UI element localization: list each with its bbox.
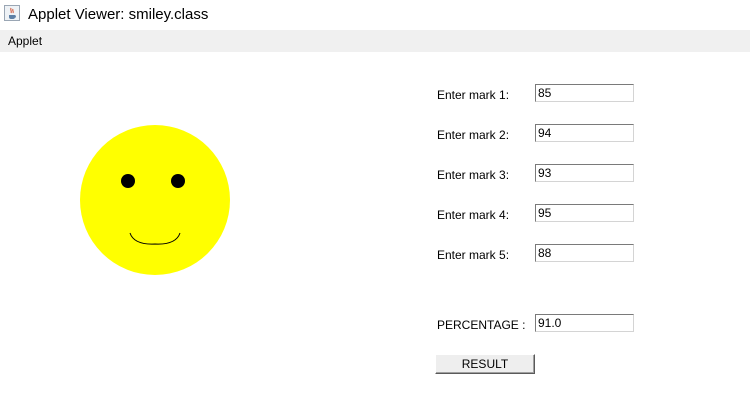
mark-3-label: Enter mark 3: — [437, 168, 510, 182]
applet-viewer-window: Applet Viewer: smiley.class Applet Enter… — [0, 0, 750, 420]
menu-applet[interactable]: Applet — [8, 34, 42, 48]
window-title: Applet Viewer: smiley.class — [28, 6, 209, 23]
mark-2-input[interactable] — [535, 124, 634, 142]
smiley-right-eye — [171, 174, 185, 188]
title-bar: Applet Viewer: smiley.class — [0, 0, 750, 30]
applet-area: Enter mark 1: Enter mark 2: Enter mark 3… — [0, 52, 750, 420]
smiley-face-circle — [80, 125, 230, 275]
percentage-output[interactable] — [535, 314, 634, 332]
smiley-face — [80, 125, 230, 275]
mark-4-input[interactable] — [535, 204, 634, 222]
mark-2-label: Enter mark 2: — [437, 128, 510, 142]
percentage-label: PERCENTAGE : — [437, 318, 526, 332]
result-button[interactable]: RESULT — [435, 354, 535, 374]
menu-bar: Applet — [0, 30, 750, 52]
mark-1-input[interactable] — [535, 84, 634, 102]
java-icon — [4, 5, 20, 21]
mark-3-input[interactable] — [535, 164, 634, 182]
smiley-left-eye — [121, 174, 135, 188]
mark-5-input[interactable] — [535, 244, 634, 262]
mark-5-label: Enter mark 5: — [437, 248, 510, 262]
mark-4-label: Enter mark 4: — [437, 208, 510, 222]
mark-1-label: Enter mark 1: — [437, 88, 510, 102]
